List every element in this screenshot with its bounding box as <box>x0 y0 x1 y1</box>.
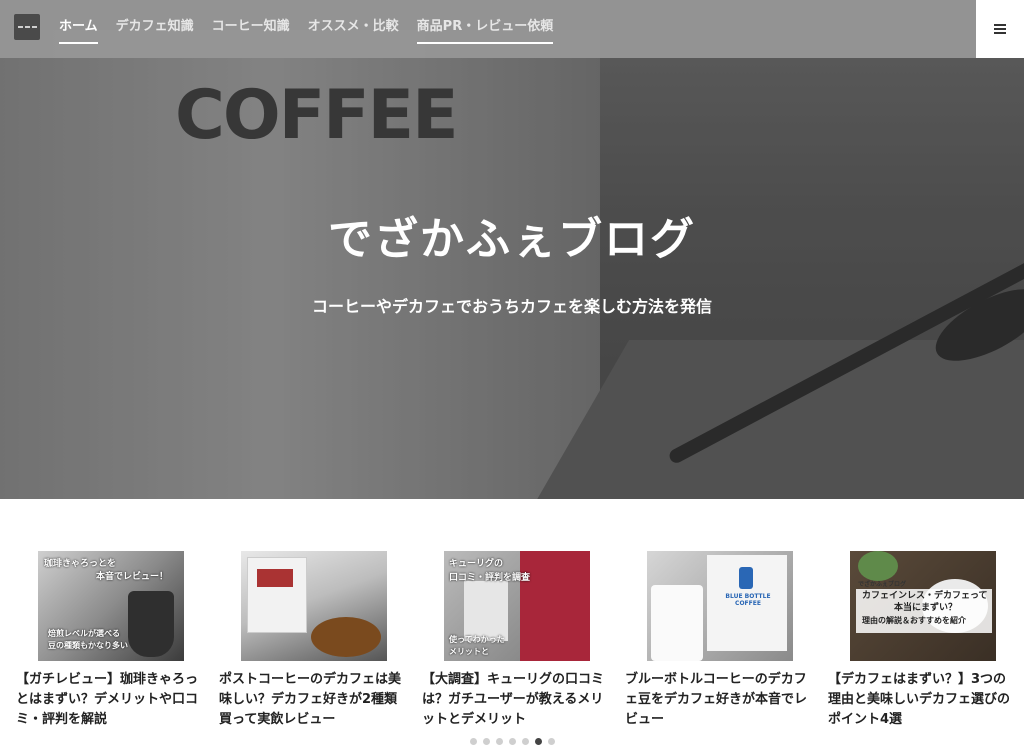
post-thumbnail[interactable]: BLUE BOTTLE COFFEE <box>647 551 793 661</box>
site-logo[interactable] <box>14 14 40 40</box>
thumb-caption: カフェインレス・デカフェって <box>862 591 988 601</box>
post-thumbnail[interactable] <box>241 551 387 661</box>
carousel-dot[interactable] <box>522 738 529 745</box>
site-title[interactable]: でざかふぇブログ <box>0 203 1024 267</box>
thumb-caption: 使ってわかった <box>449 635 505 644</box>
server-image <box>128 591 174 657</box>
nav-coffee-knowledge[interactable]: コーヒー知識 <box>203 0 299 58</box>
menu-button[interactable] <box>976 0 1024 58</box>
carousel-pagination <box>470 738 555 745</box>
bag-brand-text: BLUE BOTTLE COFFEE <box>725 593 771 607</box>
bag-label-image <box>257 569 293 587</box>
post-card[interactable]: キューリグの 口コミ・評判を調査 使ってわかった メリットと 【大調査】キューリ… <box>416 551 619 730</box>
post-thumbnail[interactable]: でざかふぇブログ カフェインレス・デカフェって 本当にまずい？ 理由の解説＆おす… <box>850 551 996 661</box>
post-card[interactable]: BLUE BOTTLE COFFEE ブルーボトルコーヒーのデカフェ豆をデカフェ好… <box>619 551 822 730</box>
thumb-caption: 豆の種類もかなり多い <box>48 641 128 650</box>
carousel-dot[interactable] <box>470 738 477 745</box>
thumb-caption: 口コミ・評判を調査 <box>449 573 531 583</box>
post-title[interactable]: ブルーボトルコーヒーのデカフェ豆をデカフェ好きが本音でレビュー <box>619 670 822 730</box>
machine-image <box>464 581 508 641</box>
site-tagline: コーヒーやデカフェでおうちカフェを楽しむ方法を発信 <box>311 297 712 316</box>
nav-decaf-knowledge[interactable]: デカフェ知識 <box>107 0 203 58</box>
thumb-caption: 珈琲きゃろっとを <box>44 559 117 569</box>
nav-home[interactable]: ホーム <box>50 0 107 58</box>
carousel-dot[interactable] <box>535 738 542 745</box>
post-card[interactable]: でざかふぇブログ カフェインレス・デカフェって 本当にまずい？ 理由の解説＆おす… <box>822 551 1024 730</box>
global-nav: ホーム デカフェ知識 コーヒー知識 オススメ・比較 商品PR・レビュー依頼 <box>50 0 562 58</box>
post-title[interactable]: 【デカフェはまずい？】3つの理由と美味しいデカフェ選びのポイント4選 <box>822 670 1024 730</box>
thumb-caption: 理由の解説＆おすすめを紹介 <box>862 616 966 625</box>
keurig-image <box>520 551 590 661</box>
thumb-caption: 本音でレビュー！ <box>96 572 169 582</box>
post-thumbnail[interactable]: キューリグの 口コミ・評判を調査 使ってわかった メリットと <box>444 551 590 661</box>
post-carousel: 珈琲きゃろっとを 本音でレビュー！ 焙煎レベルが選べる 豆の種類もかなり多い 【… <box>10 551 1024 730</box>
post-title[interactable]: 【ガチレビュー】珈琲きゃろっとはまずい？デメリットや口コミ・評判を解説 <box>10 670 213 730</box>
carousel-dot[interactable] <box>509 738 516 745</box>
post-card[interactable]: 珈琲きゃろっとを 本音でレビュー！ 焙煎レベルが選べる 豆の種類もかなり多い 【… <box>10 551 213 730</box>
plant-image <box>858 551 898 581</box>
hero-banner: COFFEE でざかふぇブログ コーヒーやデカフェでおうちカフェを楽しむ方法を発… <box>0 0 1024 499</box>
nav-pr-review-request[interactable]: 商品PR・レビュー依頼 <box>408 0 563 58</box>
post-title[interactable]: ポストコーヒーのデカフェは美味しい？デカフェ好きが2種類買って実飲レビュー <box>213 670 416 730</box>
thumb-caption: 本当にまずい？ <box>894 603 958 613</box>
post-title[interactable]: 【大調査】キューリグの口コミは？ガチユーザーが教えるメリットとデメリット <box>416 670 619 730</box>
carousel-dot[interactable] <box>548 738 555 745</box>
thumb-caption: キューリグの <box>449 559 504 569</box>
thumb-caption: メリットと <box>449 647 489 656</box>
carousel-dot[interactable] <box>483 738 490 745</box>
hamburger-icon <box>994 24 1006 34</box>
thumb-caption: でざかふぇブログ <box>858 581 907 588</box>
blue-bottle-logo-icon <box>739 567 753 589</box>
coffee-server-image <box>311 617 381 657</box>
post-thumbnail[interactable]: 珈琲きゃろっとを 本音でレビュー！ 焙煎レベルが選べる 豆の種類もかなり多い <box>38 551 184 661</box>
carousel-dot[interactable] <box>496 738 503 745</box>
post-card[interactable]: ポストコーヒーのデカフェは美味しい？デカフェ好きが2種類買って実飲レビュー <box>213 551 416 730</box>
thumb-caption: 焙煎レベルが選べる <box>48 629 120 638</box>
nav-recommend-compare[interactable]: オススメ・比較 <box>299 0 408 58</box>
mug-image <box>651 585 703 661</box>
site-header: ホーム デカフェ知識 コーヒー知識 オススメ・比較 商品PR・レビュー依頼 <box>0 0 1024 58</box>
